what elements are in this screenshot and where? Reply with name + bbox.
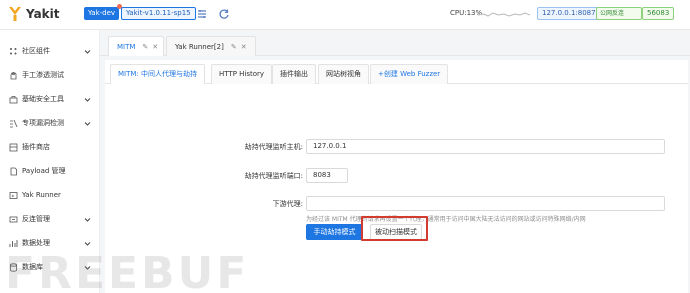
app-logo: Yakit xyxy=(8,6,60,22)
sidebar-item-community-plugins[interactable]: 社区组件 xyxy=(0,40,100,62)
subtab-mitm-hijack[interactable]: MITM: 中间人代理与劫持 xyxy=(110,64,206,84)
engine-address-tag[interactable]: 127.0.0.1:8087 xyxy=(537,7,601,20)
sidebar-item-label: 数据库 xyxy=(22,263,43,271)
port-label: 劫持代理监听端口: xyxy=(244,172,303,180)
refresh-icon[interactable] xyxy=(218,8,230,20)
app-name: Yakit xyxy=(26,7,60,21)
database-icon xyxy=(9,262,18,272)
mitm-subtabs: MITM: 中间人代理与劫持 HTTP History 插件输出 网站树视角 +… xyxy=(105,60,688,84)
env-tag-label: Yak-dev xyxy=(88,9,116,17)
toolbox-icon xyxy=(9,95,18,104)
yakit-logo-icon xyxy=(8,6,22,22)
tab-yak-runner[interactable]: Yak Runner[2] ✎ ✕ xyxy=(166,36,256,56)
manual-hijack-button[interactable]: 手动劫持模式 xyxy=(306,224,363,240)
downstream-proxy-hint: 为经过该 MITM 代理的请求再设置一个代理，通常用于访问中国大陆无法访问的网站… xyxy=(306,216,586,223)
data-icon xyxy=(9,239,18,248)
document-icon xyxy=(9,167,18,176)
sidebar-item-label: 专项漏洞检测 xyxy=(22,119,64,127)
sidebar-item-label: 社区组件 xyxy=(22,47,50,55)
chevron-down-icon xyxy=(84,48,91,55)
code-icon xyxy=(9,191,18,200)
bug-scan-icon xyxy=(9,119,18,128)
sidebar-item-label: 基础安全工具 xyxy=(22,95,64,103)
sidebar-item-plugin-store[interactable]: 插件商店 xyxy=(0,136,100,158)
sidebar-item-reverse-connection[interactable]: 反连管理 xyxy=(0,208,100,230)
host-input[interactable]: 127.0.0.1 xyxy=(306,139,665,154)
sidebar-item-label: 反连管理 xyxy=(22,215,50,223)
sidebar-item-manual-pentest[interactable]: 手工渗透测试 xyxy=(0,64,100,86)
chevron-down-icon xyxy=(84,216,91,223)
subtab-http-history[interactable]: HTTP History xyxy=(211,64,273,84)
main-area: MITM ✎ ✕ Yak Runner[2] ✎ ✕ MITM: 中间人代理与劫… xyxy=(100,30,690,293)
edit-icon[interactable]: ✎ xyxy=(142,43,148,51)
hand-icon xyxy=(9,71,18,80)
sidebar-item-yak-runner[interactable]: Yak Runner xyxy=(0,184,100,206)
sidebar-item-label: 数据处理 xyxy=(22,239,50,247)
chevron-down-icon xyxy=(84,120,91,127)
edit-icon[interactable]: ✎ xyxy=(231,43,237,51)
close-icon[interactable]: ✕ xyxy=(241,43,247,51)
sidebar: 社区组件 手工渗透测试 基础安全工具 专项漏洞检测 插件商店 Payload 管… xyxy=(0,30,100,293)
store-icon xyxy=(9,143,18,152)
sidebar-item-database[interactable]: 数据库 xyxy=(0,256,100,278)
chevron-down-icon xyxy=(84,96,91,103)
downstream-proxy-input[interactable] xyxy=(306,196,665,211)
sidebar-item-data-processing[interactable]: 数据处理 xyxy=(0,232,100,254)
grid-icon xyxy=(9,47,18,56)
sidebar-item-label: 插件商店 xyxy=(22,143,50,151)
menu-settings-icon[interactable] xyxy=(196,8,208,20)
link-icon xyxy=(9,215,18,224)
create-web-fuzzer-tab[interactable]: +创建 Web Fuzzer xyxy=(370,64,449,84)
tab-mitm[interactable]: MITM ✎ ✕ xyxy=(108,36,164,56)
mitm-panel: MITM: 中间人代理与劫持 HTTP History 插件输出 网站树视角 +… xyxy=(105,60,688,293)
page-tabs: MITM ✎ ✕ Yak Runner[2] ✎ ✕ xyxy=(100,30,690,56)
reverse-connection-status[interactable]: 公网反连 xyxy=(596,7,642,20)
sidebar-item-label: Payload 管理 xyxy=(22,167,66,175)
sidebar-item-vuln-detection[interactable]: 专项漏洞检测 xyxy=(0,112,100,134)
tab-label: MITM xyxy=(117,42,136,51)
sidebar-item-payload-management[interactable]: Payload 管理 xyxy=(0,160,100,182)
chevron-down-icon xyxy=(84,240,91,247)
host-label: 劫持代理监听主机: xyxy=(244,143,303,151)
sidebar-item-label: 手工渗透测试 xyxy=(22,71,64,79)
env-tag[interactable]: Yak-dev xyxy=(84,4,123,20)
highlight-annotation xyxy=(361,216,428,241)
cpu-sparkline xyxy=(478,12,530,17)
reverse-port-tag[interactable]: 56083 xyxy=(642,7,675,20)
tab-label: Yak Runner[2] xyxy=(175,42,224,51)
version-tag[interactable]: Yakit-v1.0.11-sp15 xyxy=(121,7,196,20)
subtab-site-tree[interactable]: 网站树视角 xyxy=(318,64,369,84)
top-bar: Yakit Yak-dev Yakit-v1.0.11-sp15 CPU:13%… xyxy=(0,0,690,30)
subtab-plugin-output[interactable]: 插件输出 xyxy=(272,64,316,84)
chevron-down-icon xyxy=(84,264,91,271)
sidebar-item-basic-security-tools[interactable]: 基础安全工具 xyxy=(0,88,100,110)
sidebar-item-label: Yak Runner xyxy=(22,191,61,199)
downstream-proxy-label: 下游代理: xyxy=(272,200,303,208)
port-input[interactable]: 8083 xyxy=(306,168,348,183)
close-icon[interactable]: ✕ xyxy=(152,43,158,51)
